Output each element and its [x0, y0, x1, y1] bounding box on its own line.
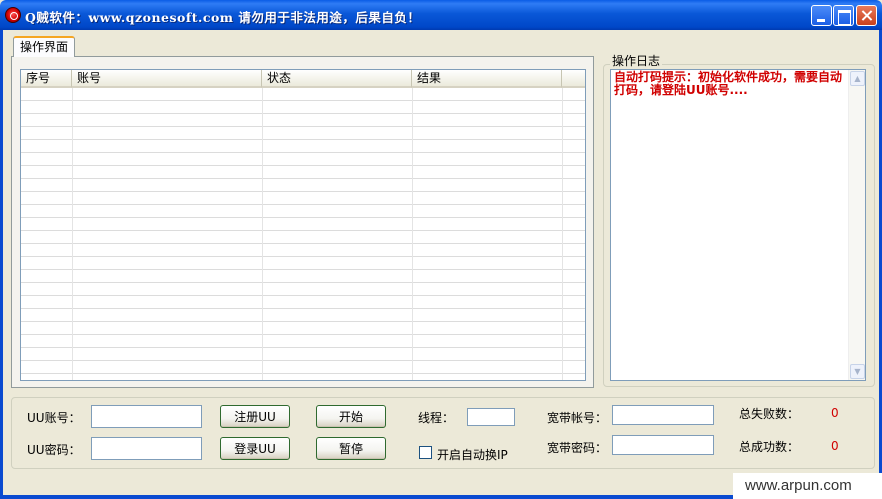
title-bar[interactable]: Q贼软件：www.qzonesoft.com 请勿用于非法用途，后果自负！ [0, 0, 882, 30]
uu-password-label: UU密码： [27, 443, 81, 457]
pause-button[interactable]: 暂停 [316, 437, 386, 460]
column-divider [262, 88, 263, 380]
scroll-down-icon[interactable]: ▼ [850, 364, 865, 379]
column-header-filler [562, 70, 585, 88]
auto-ip-label[interactable]: 开启自动换IP [437, 446, 508, 463]
total-success-label: 总成功数： [739, 440, 800, 454]
maximize-button[interactable] [833, 5, 854, 26]
log-legend: 操作日志 [610, 52, 663, 69]
column-header-account[interactable]: 账号 [72, 70, 262, 88]
column-divider [562, 88, 563, 380]
broadband-password-label: 宽带密码： [547, 441, 608, 455]
watermark: www.arpun.com [733, 473, 882, 499]
close-button[interactable] [856, 5, 877, 26]
log-scrollbar[interactable]: ▲ ▼ [848, 70, 865, 380]
auto-ip-checkbox[interactable] [419, 446, 432, 459]
total-fail-count: 0 [831, 406, 839, 420]
app-icon [5, 7, 21, 23]
column-divider [412, 88, 413, 380]
column-header-status[interactable]: 状态 [262, 70, 412, 88]
scroll-up-icon[interactable]: ▲ [850, 71, 865, 86]
total-success-count: 0 [831, 439, 839, 453]
column-header-result[interactable]: 结果 [412, 70, 562, 88]
register-uu-button[interactable]: 注册UU [220, 405, 290, 428]
broadband-password-input[interactable] [612, 435, 714, 455]
login-uu-button[interactable]: 登录UU [220, 437, 290, 460]
window-frame-left [0, 30, 3, 499]
column-header-index[interactable]: 序号 [21, 70, 72, 88]
broadband-account-label: 宽带帐号： [547, 411, 608, 425]
log-message: 自动打码提示：初始化软件成功，需要自动打码，请登陆UU账号.... [614, 70, 843, 97]
threads-label: 线程： [418, 411, 455, 425]
uu-password-input[interactable] [91, 437, 202, 460]
total-fail-label: 总失败数： [739, 407, 800, 421]
account-list[interactable]: 序号 账号 状态 结果 [20, 69, 586, 381]
list-header: 序号 账号 状态 结果 [21, 70, 585, 88]
minimize-button[interactable] [811, 5, 832, 26]
log-textbox[interactable]: 自动打码提示：初始化软件成功，需要自动打码，请登陆UU账号.... ▲ ▼ [610, 69, 866, 381]
tab-operation[interactable]: 操作界面 [13, 36, 75, 57]
list-body[interactable] [21, 88, 585, 380]
threads-input[interactable] [467, 408, 515, 426]
column-divider [72, 88, 73, 380]
uu-account-label: UU账号： [27, 411, 81, 425]
start-button[interactable]: 开始 [316, 405, 386, 428]
broadband-account-input[interactable] [612, 405, 714, 425]
window-title: Q贼软件：www.qzonesoft.com 请勿用于非法用途，后果自负！ [25, 10, 421, 25]
uu-account-input[interactable] [91, 405, 202, 428]
